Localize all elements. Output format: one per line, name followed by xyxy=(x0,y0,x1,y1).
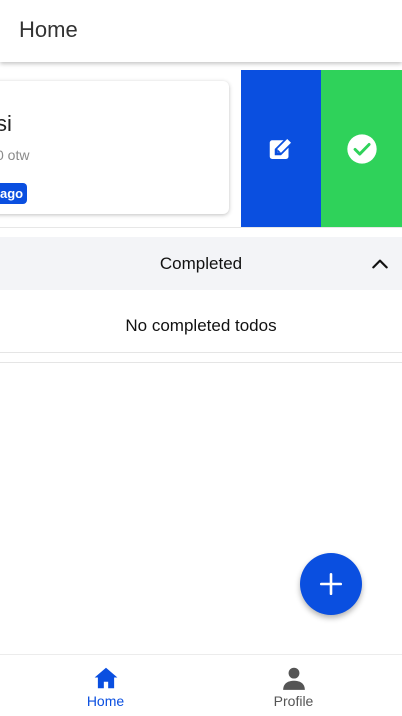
page-title: Home xyxy=(19,17,78,42)
empty-completed-message: No completed todos xyxy=(125,316,277,335)
nav-item-home[interactable]: Home xyxy=(5,655,206,716)
bottom-navigation: Home Profile xyxy=(0,654,402,716)
home-icon xyxy=(94,667,117,689)
todo-card[interactable]: si 0 otw ago xyxy=(0,81,229,214)
todo-row[interactable]: si 0 otw ago xyxy=(0,70,402,227)
app-header: Home xyxy=(0,0,402,62)
nav-item-profile[interactable]: Profile xyxy=(193,655,394,716)
completed-section-label: Completed xyxy=(159,254,243,273)
complete-todo-button[interactable] xyxy=(321,70,402,227)
edit-icon xyxy=(269,136,293,159)
plus-icon xyxy=(319,572,343,596)
todo-tag-badge: ago xyxy=(0,183,28,204)
chevron-up-icon[interactable] xyxy=(370,254,390,274)
divider xyxy=(0,227,402,228)
divider xyxy=(0,352,402,353)
person-icon xyxy=(282,667,305,690)
todo-title: si xyxy=(0,111,12,136)
edit-todo-button[interactable] xyxy=(241,70,321,227)
nav-label-home: Home xyxy=(86,693,125,709)
completed-section-header[interactable]: Completed xyxy=(0,237,402,290)
todo-meta: 0 otw xyxy=(0,147,30,163)
add-todo-button[interactable] xyxy=(300,553,362,615)
nav-label-profile: Profile xyxy=(273,693,314,709)
check-circle-icon xyxy=(346,133,377,164)
divider xyxy=(0,362,402,363)
